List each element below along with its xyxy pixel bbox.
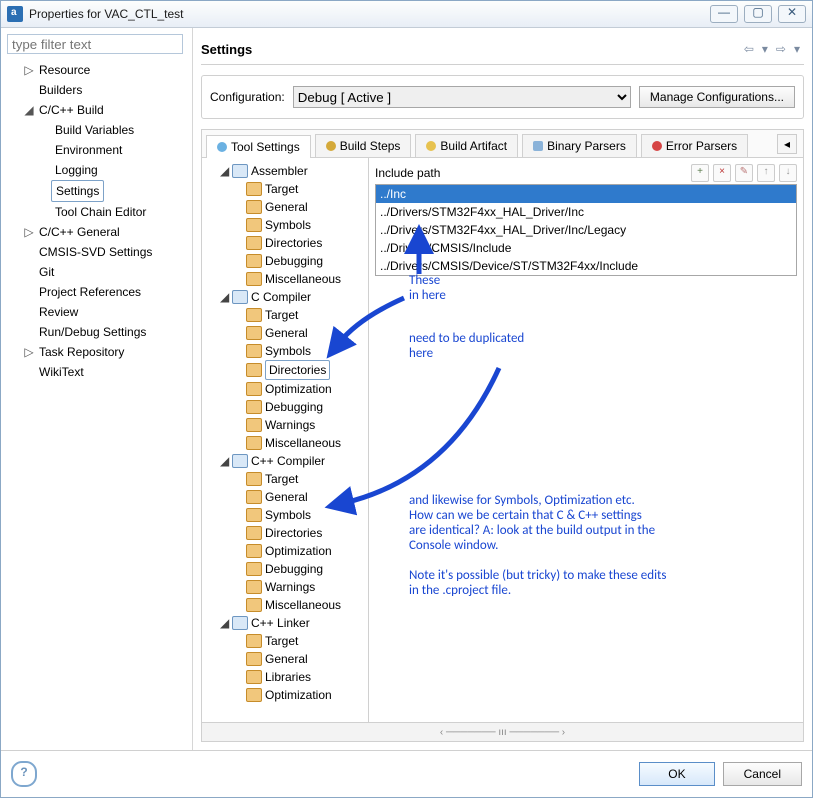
window-title: Properties for VAC_CTL_test (29, 7, 704, 21)
nav-item[interactable]: WikiText (7, 362, 186, 382)
include-path-row[interactable]: ../Drivers/STM32F4xx_HAL_Driver/Inc/Lega… (376, 221, 796, 239)
tab-tool-settings[interactable]: Tool Settings (206, 135, 311, 158)
page-title: Settings (201, 42, 740, 57)
tool-option[interactable]: Directories (206, 360, 364, 380)
annotation-these-in-here: These in here (409, 273, 446, 303)
configuration-select[interactable]: Debug [ Active ] (293, 86, 631, 108)
tool-option[interactable]: Symbols (206, 216, 364, 234)
tool-category[interactable]: ◢C Compiler (206, 288, 364, 306)
tool-option[interactable]: Warnings (206, 578, 364, 596)
tool-option[interactable]: Target (206, 306, 364, 324)
tab-build-steps[interactable]: Build Steps (315, 134, 412, 157)
nav-item[interactable]: ◢C/C++ Build (7, 100, 186, 120)
nav-item[interactable]: Logging (7, 160, 186, 180)
app-icon (7, 6, 23, 22)
tool-category[interactable]: ◢C++ Linker (206, 614, 364, 632)
include-path-row[interactable]: ../Drivers/STM32F4xx_HAL_Driver/Inc (376, 203, 796, 221)
delete-include-button[interactable]: × (713, 164, 731, 182)
tool-option[interactable]: General (206, 324, 364, 342)
edit-include-button[interactable]: ✎ (735, 164, 753, 182)
tool-option[interactable]: General (206, 488, 364, 506)
tool-option[interactable]: Warnings (206, 416, 364, 434)
cancel-button[interactable]: Cancel (723, 762, 802, 786)
tool-option[interactable]: Directories (206, 524, 364, 542)
tool-option[interactable]: Miscellaneous (206, 270, 364, 288)
tool-option[interactable]: Libraries (206, 668, 364, 686)
tool-option[interactable]: Miscellaneous (206, 596, 364, 614)
nav-tree: ▷ResourceBuilders◢C/C++ BuildBuild Varia… (7, 60, 186, 382)
tool-option[interactable]: Symbols (206, 342, 364, 360)
include-path-row[interactable]: ../Inc (376, 185, 796, 203)
tool-option[interactable]: Target (206, 180, 364, 198)
titlebar: Properties for VAC_CTL_test — ▢ ✕ (1, 1, 812, 28)
include-path-row[interactable]: ../Drivers/CMSIS/Include (376, 239, 796, 257)
nav-item[interactable]: ▷Resource (7, 60, 186, 80)
ok-button[interactable]: OK (639, 762, 714, 786)
tool-option[interactable]: Miscellaneous (206, 434, 364, 452)
tab-binary-parsers[interactable]: Binary Parsers (522, 134, 637, 157)
maximize-button[interactable]: ▢ (744, 5, 772, 23)
nav-item[interactable]: CMSIS-SVD Settings (7, 242, 186, 262)
forward-icon[interactable]: ⇨ (776, 42, 786, 56)
include-path-label: Include path (375, 166, 687, 180)
tool-option[interactable]: Symbols (206, 506, 364, 524)
tool-option[interactable]: Directories (206, 234, 364, 252)
tool-option[interactable]: Optimization (206, 380, 364, 398)
tool-option[interactable]: Optimization (206, 542, 364, 560)
nav-item[interactable]: ▷C/C++ General (7, 222, 186, 242)
close-button[interactable]: ✕ (778, 5, 806, 23)
tool-option[interactable]: Target (206, 470, 364, 488)
nav-item[interactable]: Build Variables (7, 120, 186, 140)
move-up-button[interactable]: ↑ (757, 164, 775, 182)
annotation-explanation: and likewise for Symbols, Optimization e… (409, 493, 667, 598)
tab-build-artifact[interactable]: Build Artifact (415, 134, 518, 157)
nav-item[interactable]: Review (7, 302, 186, 322)
tool-option[interactable]: Debugging (206, 398, 364, 416)
nav-item[interactable]: Run/Debug Settings (7, 322, 186, 342)
forward-menu-icon[interactable]: ▾ (794, 42, 800, 56)
settings-tab-container: Tool Settings Build Steps Build Artifact… (201, 129, 804, 742)
dialog-footer: ? OK Cancel (1, 750, 812, 797)
nav-item[interactable]: Environment (7, 140, 186, 160)
back-menu-icon[interactable]: ▾ (762, 42, 768, 56)
add-include-button[interactable]: + (691, 164, 709, 182)
main-panel: Settings ⇦ ▾ ⇨ ▾ Configuration: Debug [ … (193, 28, 812, 750)
nav-item[interactable]: Builders (7, 80, 186, 100)
configuration-label: Configuration: (210, 90, 285, 104)
nav-item[interactable]: ▷Task Repository (7, 342, 186, 362)
move-down-button[interactable]: ↓ (779, 164, 797, 182)
settings-header: Settings ⇦ ▾ ⇨ ▾ (201, 34, 804, 65)
tool-option[interactable]: General (206, 650, 364, 668)
include-path-pane: Include path + × ✎ ↑ ↓ ../Inc../Drivers/… (369, 158, 803, 722)
manage-configurations-button[interactable]: Manage Configurations... (639, 86, 795, 108)
nav-item[interactable]: Git (7, 262, 186, 282)
configuration-row: Configuration: Debug [ Active ] Manage C… (201, 75, 804, 119)
tab-overflow-button[interactable]: ◂ (777, 134, 797, 154)
back-icon[interactable]: ⇦ (744, 42, 754, 56)
tool-option[interactable]: Debugging (206, 560, 364, 578)
filter-input[interactable] (7, 34, 183, 54)
tool-option[interactable]: General (206, 198, 364, 216)
minimize-button[interactable]: — (710, 5, 738, 23)
tab-error-parsers[interactable]: Error Parsers (641, 134, 748, 157)
tool-category[interactable]: ◢Assembler (206, 162, 364, 180)
sidebar: ▷ResourceBuilders◢C/C++ BuildBuild Varia… (1, 28, 193, 750)
tool-tree: ◢AssemblerTargetGeneralSymbolsDirectorie… (202, 158, 369, 722)
tabstrip: Tool Settings Build Steps Build Artifact… (202, 130, 803, 158)
annotation-duplicate-here: need to be duplicated here (409, 331, 524, 361)
nav-item[interactable]: Project References (7, 282, 186, 302)
horizontal-scrollbar[interactable]: ‹ ─────── ııı ─────── › (202, 722, 803, 741)
nav-item[interactable]: Tool Chain Editor (7, 202, 186, 222)
nav-item[interactable]: Settings (7, 180, 186, 202)
tool-settings-body: ◢AssemblerTargetGeneralSymbolsDirectorie… (202, 158, 803, 722)
properties-window: Properties for VAC_CTL_test — ▢ ✕ ▷Resou… (0, 0, 813, 798)
tool-option[interactable]: Optimization (206, 686, 364, 704)
include-paths-list[interactable]: ../Inc../Drivers/STM32F4xx_HAL_Driver/In… (375, 184, 797, 276)
help-button[interactable]: ? (11, 761, 37, 787)
tool-option[interactable]: Target (206, 632, 364, 650)
tool-option[interactable]: Debugging (206, 252, 364, 270)
tool-category[interactable]: ◢C++ Compiler (206, 452, 364, 470)
